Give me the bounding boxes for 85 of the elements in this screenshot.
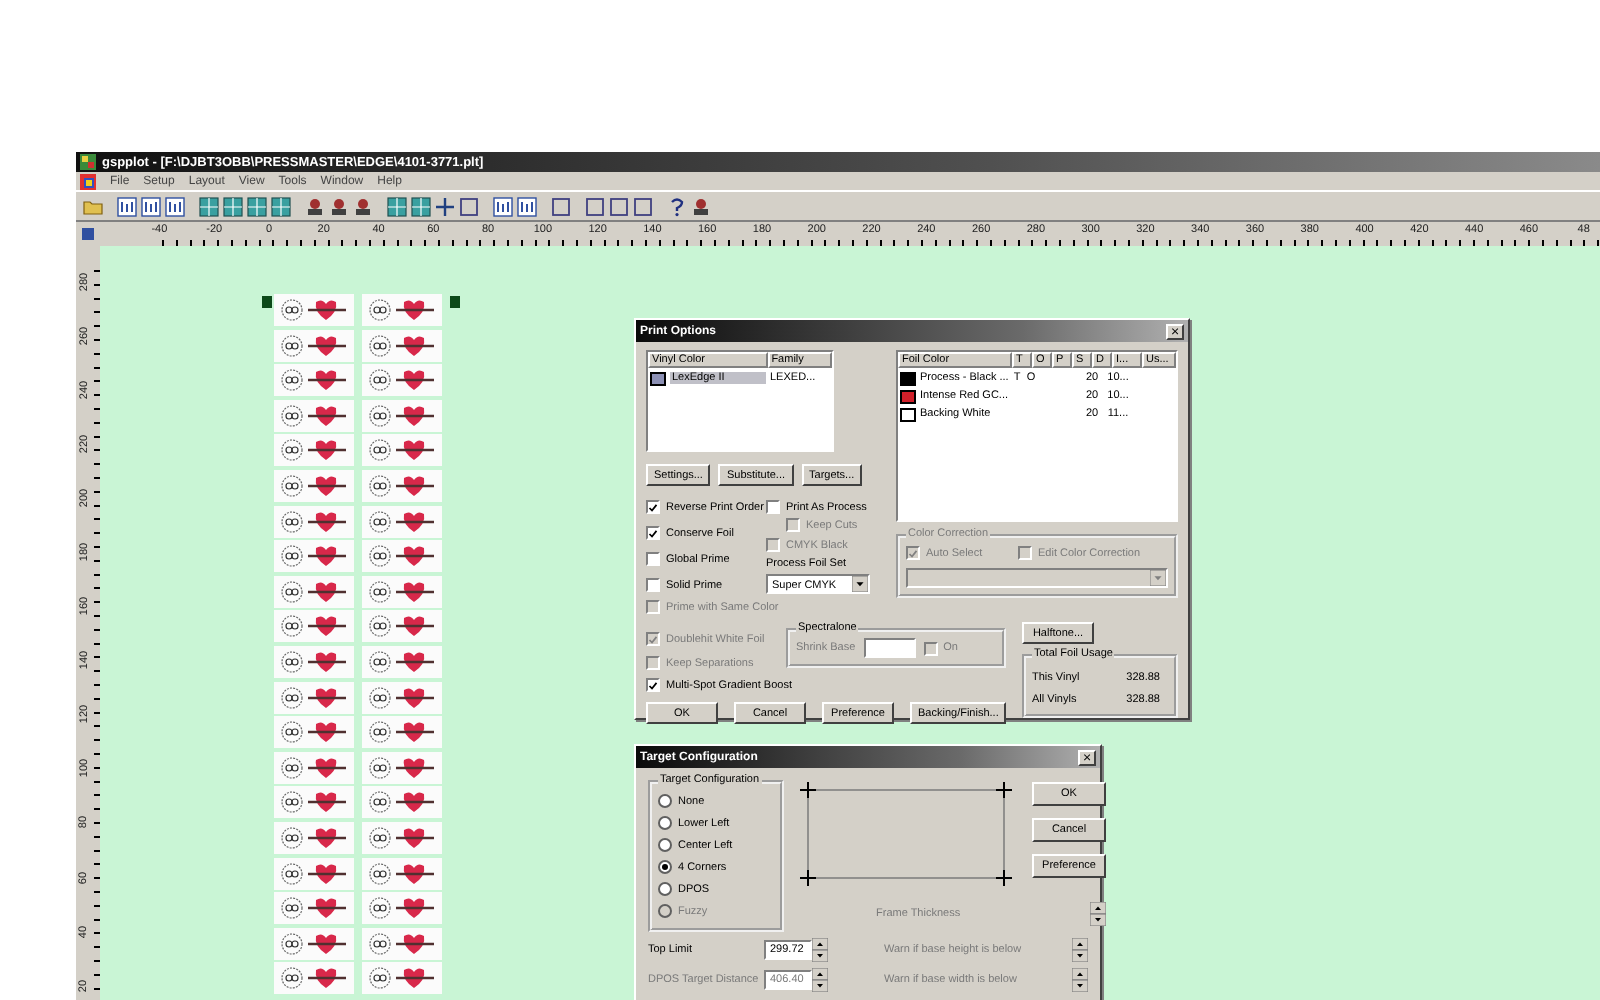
sticker-drawing [362,329,442,362]
radio-button[interactable] [658,794,672,808]
sticker-drawing [362,857,442,889]
sticker-drawing [362,364,442,397]
sticker-drawing [274,751,354,784]
frame-icon[interactable] [584,195,606,217]
sticker-drawing [362,892,442,925]
dropdown-arrow-icon[interactable] [852,576,868,592]
sticker-drawing [362,610,442,643]
sticker-drawing [274,469,354,502]
sticker-drawing [362,821,442,854]
sticker-drawing [362,434,442,467]
selection-handle[interactable] [262,296,272,308]
sticker-drawing [274,434,354,467]
sticker-drawing [362,399,442,432]
bars-icon[interactable] [492,195,514,217]
sticker-drawing [274,329,354,362]
sticker-drawing [274,540,354,573]
frame-icon[interactable] [458,195,480,217]
radio-button[interactable] [658,882,672,896]
selection-handle[interactable] [450,296,460,308]
stamp-icon[interactable] [304,195,326,217]
sticker-drawing [362,681,442,714]
ruler-corner-icon[interactable] [76,222,100,246]
spinner-control[interactable] [812,968,828,992]
sticker-drawing [362,575,442,608]
sticker-drawing [362,927,442,960]
stamp-icon[interactable] [352,195,374,217]
sticker-drawing [274,364,354,397]
grid-icon[interactable] [198,195,220,217]
checkbox[interactable] [646,678,660,692]
sticker-drawing [274,716,354,749]
frame-icon[interactable] [550,195,572,217]
bars-icon[interactable] [140,195,162,217]
color-correction-dropdown[interactable] [906,568,1168,588]
document-icon[interactable] [80,173,96,189]
sticker-drawing [274,294,354,326]
sticker-drawing [274,681,354,714]
grid-icon[interactable] [386,195,408,217]
bars-icon[interactable] [164,195,186,217]
sticker-drawing [274,892,354,925]
grid-icon[interactable] [222,195,244,217]
sticker-drawing [362,751,442,784]
sticker-drawing [274,786,354,819]
sticker-drawing [362,716,442,749]
checkbox[interactable] [646,578,660,592]
sticker-drawing [274,857,354,889]
checkbox[interactable] [646,526,660,540]
sticker-drawing [362,540,442,573]
sticker-drawing [274,927,354,960]
sticker-drawing [274,821,354,854]
radio-button[interactable] [658,816,672,830]
grid-icon[interactable] [410,195,432,217]
sticker-drawing [274,505,354,538]
grid-icon[interactable] [270,195,292,217]
checkbox[interactable] [766,500,780,514]
sticker-drawing [362,645,442,678]
sticker-drawing [362,786,442,819]
radio-button[interactable] [658,860,672,874]
sticker-drawing [274,610,354,643]
sticker-drawing [274,645,354,678]
spinner-control[interactable] [1072,968,1088,992]
grid-icon[interactable] [246,195,268,217]
sticker-drawing [274,399,354,432]
spinner-control[interactable] [812,938,828,962]
move-icon[interactable] [434,195,456,217]
sticker-drawing [362,505,442,538]
radio-button[interactable] [658,838,672,852]
sticker-drawing [362,469,442,502]
spinner-control[interactable] [1072,938,1088,962]
stamp-icon[interactable] [690,195,712,217]
frame-icon[interactable] [608,195,630,217]
sticker-drawing [274,962,354,995]
help-icon[interactable] [666,195,688,217]
sticker-drawing [362,962,442,995]
frame-icon[interactable] [632,195,654,217]
checkbox[interactable] [646,500,660,514]
sticker-drawing [274,575,354,608]
sticker-drawing [362,294,442,326]
bars-icon[interactable] [516,195,538,217]
bars-icon[interactable] [116,195,138,217]
app-icon [80,154,96,170]
checkbox[interactable] [646,552,660,566]
stamp-icon[interactable] [328,195,350,217]
spinner-control[interactable] [1090,902,1106,926]
